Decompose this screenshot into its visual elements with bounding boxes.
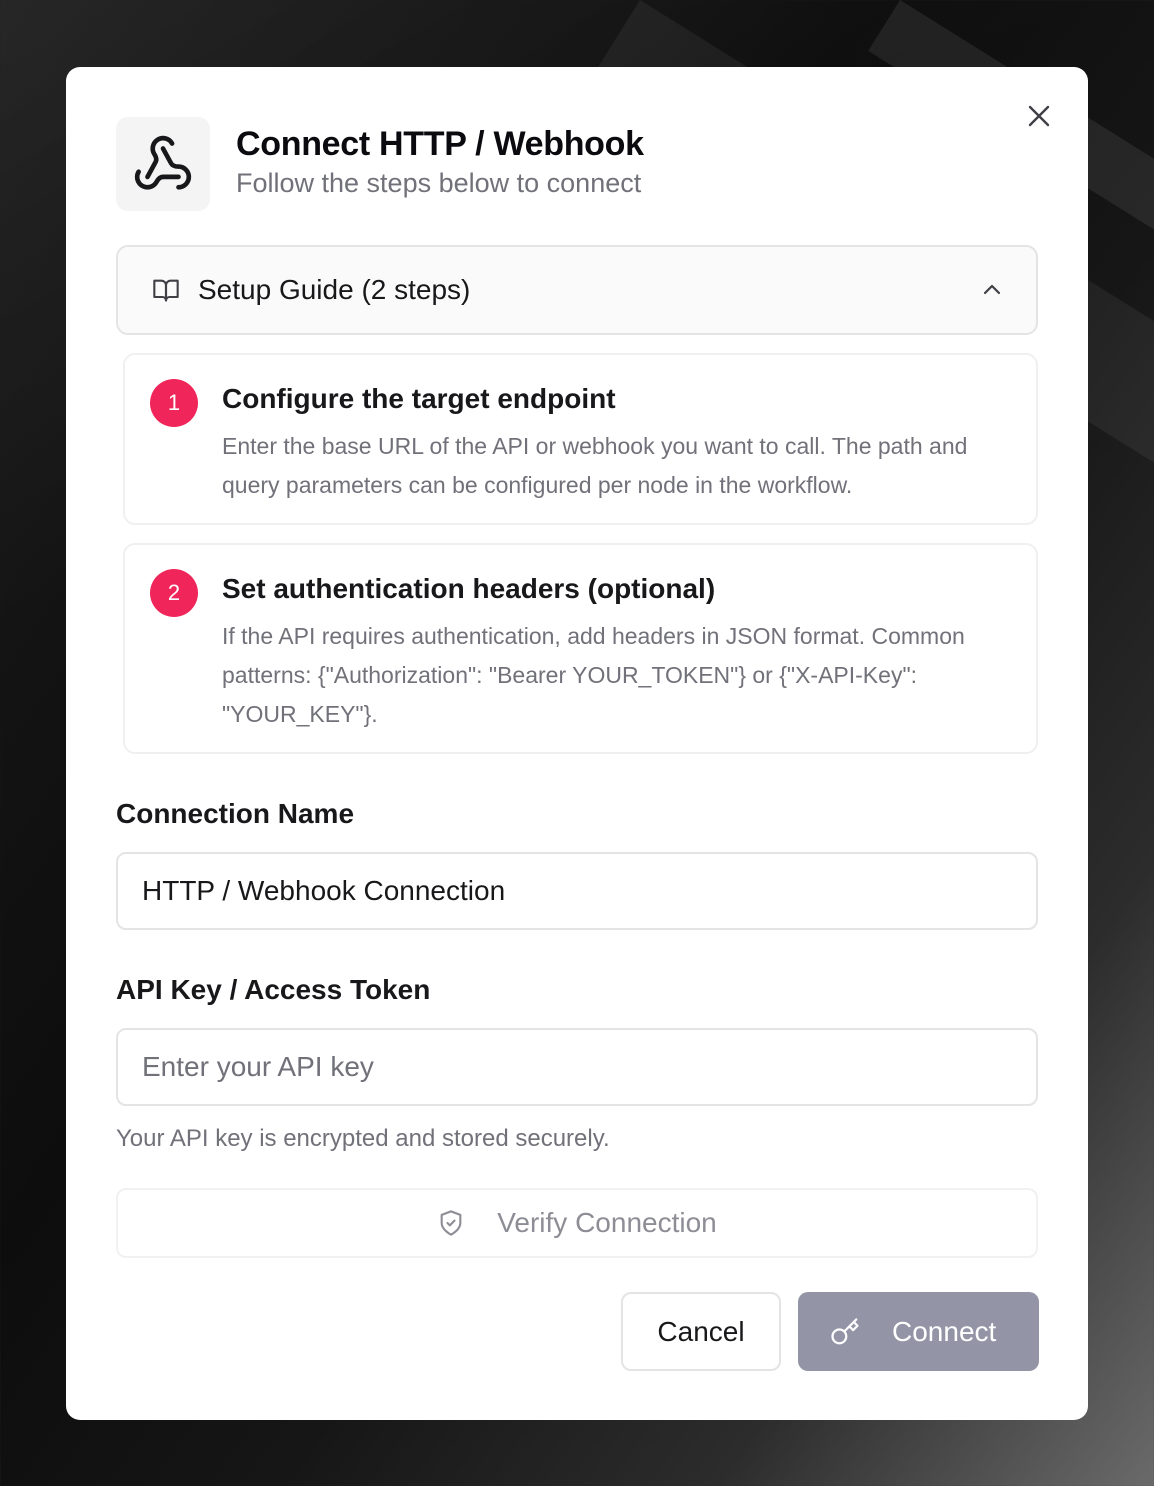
webhook-icon-tile	[116, 117, 210, 211]
verify-connection-button[interactable]: Verify Connection	[116, 1188, 1038, 1258]
step-title: Configure the target endpoint	[222, 383, 616, 414]
setup-guide-label: Setup Guide (2 steps)	[198, 274, 471, 305]
connect-button[interactable]: Connect	[798, 1292, 1039, 1371]
dialog-subtitle: Follow the steps below to connect	[236, 168, 642, 198]
webhook-icon	[134, 135, 192, 190]
step-description: Enter the base URL of the API or webhook…	[222, 433, 968, 498]
verify-connection-label: Verify Connection	[497, 1207, 717, 1238]
setup-guide-toggle[interactable]: Setup Guide (2 steps)	[116, 245, 1038, 335]
setup-step: 2 Set authentication headers (optional) …	[123, 543, 1038, 754]
setup-step: 1 Configure the target endpoint Enter th…	[123, 353, 1038, 525]
step-title: Set authentication headers (optional)	[222, 573, 716, 604]
step-number-badge: 1	[150, 379, 198, 427]
key-icon	[831, 1317, 859, 1344]
dialog-title: Connect HTTP / Webhook	[236, 125, 644, 163]
step-description: If the API requires authentication, add …	[222, 623, 965, 727]
step-number-badge: 2	[150, 569, 198, 617]
close-icon	[1028, 105, 1050, 127]
api-key-label: API Key / Access Token	[116, 974, 431, 1005]
connection-name-input[interactable]	[116, 852, 1038, 930]
connect-button-label: Connect	[892, 1315, 997, 1347]
close-button[interactable]	[1024, 101, 1054, 131]
connection-name-label: Connection Name	[116, 798, 355, 829]
api-key-input[interactable]	[116, 1028, 1038, 1106]
shield-check-icon	[440, 1210, 462, 1236]
api-key-help-text: Your API key is encrypted and stored sec…	[116, 1125, 610, 1152]
chevron-up-icon	[980, 278, 1004, 302]
connect-dialog: Connect HTTP / Webhook Follow the steps …	[66, 67, 1088, 1420]
book-icon	[153, 279, 179, 302]
cancel-button[interactable]: Cancel	[621, 1292, 781, 1371]
